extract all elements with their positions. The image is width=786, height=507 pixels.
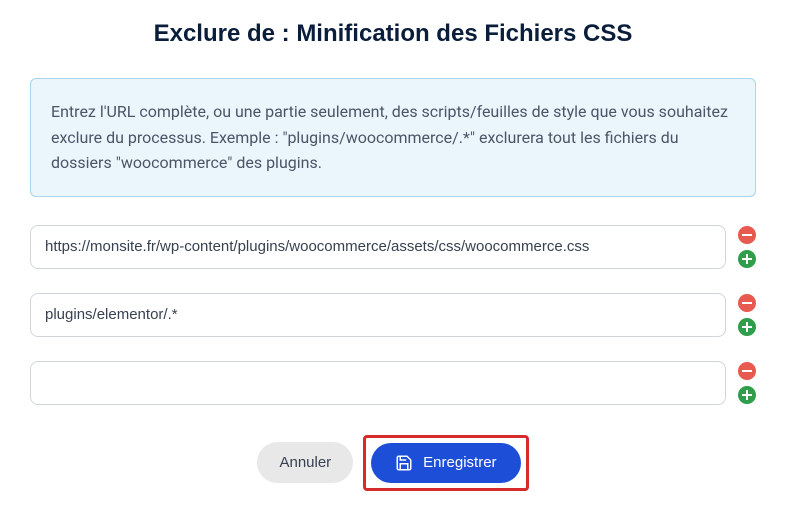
add-row-button[interactable]: [738, 250, 756, 268]
save-button[interactable]: Enregistrer: [371, 443, 520, 483]
row-controls: [738, 294, 756, 336]
page-title: Exclure de : Minification des Fichiers C…: [30, 20, 756, 48]
info-box: Entrez l'URL complète, ou une partie seu…: [30, 78, 756, 197]
save-icon: [395, 454, 413, 472]
save-highlight: Enregistrer: [363, 435, 528, 491]
remove-row-button[interactable]: [738, 226, 756, 244]
row-controls: [738, 362, 756, 404]
exclusion-input[interactable]: [30, 361, 726, 405]
save-button-label: Enregistrer: [423, 454, 496, 471]
row-controls: [738, 226, 756, 268]
add-row-button[interactable]: [738, 318, 756, 336]
exclusion-input[interactable]: [30, 225, 726, 269]
add-row-button[interactable]: [738, 386, 756, 404]
remove-row-button[interactable]: [738, 294, 756, 312]
exclusion-input[interactable]: [30, 293, 726, 337]
cancel-button[interactable]: Annuler: [257, 442, 353, 483]
button-row: Annuler Enregistrer: [30, 435, 756, 491]
input-row: [30, 225, 756, 269]
input-row: [30, 361, 756, 405]
input-row: [30, 293, 756, 337]
remove-row-button[interactable]: [738, 362, 756, 380]
